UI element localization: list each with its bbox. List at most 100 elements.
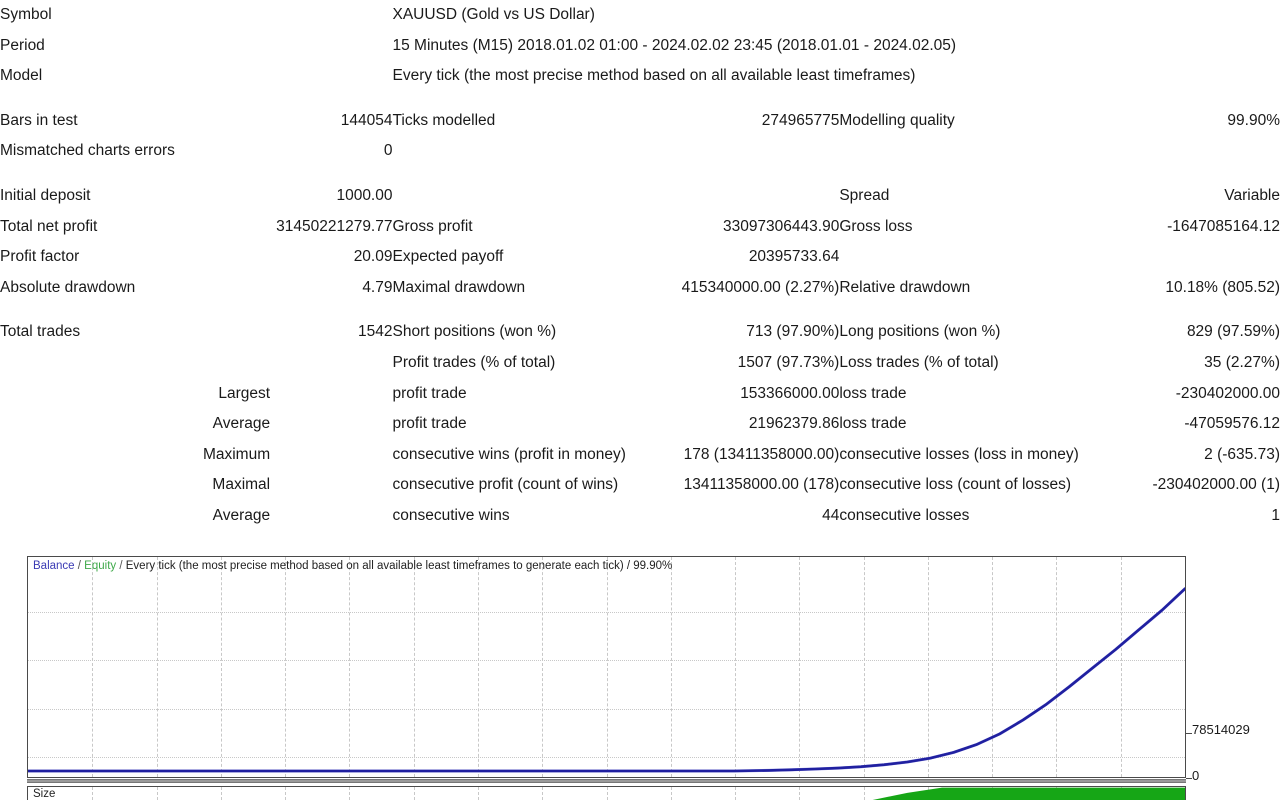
maximum-label: Maximum xyxy=(202,445,271,463)
profit-trades-label: Profit trades (% of total) xyxy=(392,353,556,371)
short-positions-value: 713 (97.90%) xyxy=(746,323,840,341)
largest-label: Largest xyxy=(218,384,271,402)
expected-payoff-value: 20395733.64 xyxy=(748,248,840,266)
table-row-largest: Largest profit trade 153366000.00 loss t… xyxy=(0,379,1280,410)
symbol-value: XAUUSD (Gold vs US Dollar) xyxy=(392,6,595,23)
mismatched-value: 0 xyxy=(383,142,393,160)
absolute-drawdown-value: 4.79 xyxy=(362,278,393,296)
table-row-profit-trades: Profit trades (% of total) 1507 (97.73%)… xyxy=(0,348,1280,379)
gross-loss-value: -1647085164.12 xyxy=(1167,217,1280,235)
axis-label-top: 78514029 xyxy=(1192,722,1250,737)
avg-consecutive-wins-label: consecutive wins xyxy=(392,506,510,524)
total-net-profit-value: 31450221279.77 xyxy=(276,217,393,235)
long-positions-label: Long positions (won %) xyxy=(839,323,1001,341)
bars-in-test-value: 144054 xyxy=(340,111,393,129)
maximal-consecutive-profit-label: consecutive profit (count of wins) xyxy=(392,476,619,494)
mismatched-label: Mismatched charts errors xyxy=(0,142,175,160)
equity-chart[interactable]: Balance / Equity / Every tick (the most … xyxy=(27,556,1186,778)
table-row-model: Model Every tick (the most precise metho… xyxy=(0,61,1280,92)
table-row-profit-factor: Profit factor 20.09 Expected payoff 2039… xyxy=(0,242,1280,273)
model-spacer xyxy=(276,61,392,92)
size-label: Size xyxy=(33,788,56,800)
avg-consecutive-wins-value: 44 xyxy=(822,506,840,524)
max-consecutive-wins-label: consecutive wins (profit in money) xyxy=(392,445,626,463)
strategy-tester-report: Symbol XAUUSD (Gold vs US Dollar) Period… xyxy=(0,0,1280,800)
maximal-label: Maximal xyxy=(212,476,271,494)
report-table: Symbol XAUUSD (Gold vs US Dollar) Period… xyxy=(0,0,1280,532)
table-row-maximum: Maximum consecutive wins (profit in mone… xyxy=(0,440,1280,471)
legend-equity: Equity xyxy=(84,560,117,572)
spread-value: Variable xyxy=(1224,186,1280,204)
total-trades-label: Total trades xyxy=(0,323,81,341)
axis-label-bottom: 0 xyxy=(1192,768,1200,783)
panel-separator xyxy=(27,779,1186,783)
spread-label: Spread xyxy=(839,186,890,204)
maximal-consecutive-profit-value: 13411358000.00 (178) xyxy=(683,476,840,494)
average-loss-trade-label: loss trade xyxy=(839,415,907,433)
loss-trades-value: 35 (2.27%) xyxy=(1204,353,1280,371)
model-label: Model xyxy=(0,67,43,85)
expected-payoff-label: Expected payoff xyxy=(392,248,504,266)
symbol-spacer xyxy=(276,0,392,31)
balance-equity-curve xyxy=(28,587,1185,773)
modelling-quality-value: 99.90% xyxy=(1227,111,1280,129)
max-consecutive-wins-value: 178 (13411358000.00) xyxy=(683,445,840,463)
table-row-absolute-drawdown: Absolute drawdown 4.79 Maximal drawdown … xyxy=(0,273,1280,304)
max-consecutive-losses-value: 2 (-635.73) xyxy=(1204,445,1280,463)
ticks-modelled-value: 274965775 xyxy=(761,111,840,129)
ticks-modelled-label: Ticks modelled xyxy=(392,111,496,129)
bars-in-test-label: Bars in test xyxy=(0,111,78,129)
short-positions-label: Short positions (won %) xyxy=(392,323,557,341)
table-row-total-trades: Total trades 1542 Short positions (won %… xyxy=(0,317,1280,348)
table-row-mismatched: Mismatched charts errors 0 xyxy=(0,136,1280,167)
table-row-symbol: Symbol XAUUSD (Gold vs US Dollar) xyxy=(0,0,1280,31)
chart-legend: Balance / Equity / Every tick (the most … xyxy=(33,559,672,573)
period-value: 15 Minutes (M15) 2018.01.02 01:00 - 2024… xyxy=(392,36,957,54)
profit-factor-value: 20.09 xyxy=(353,248,393,266)
loss-trades-label: Loss trades (% of total) xyxy=(839,353,999,371)
profit-factor-label: Profit factor xyxy=(0,248,80,266)
gross-profit-value: 33097306443.90 xyxy=(722,217,840,235)
table-row-maximal: Maximal consecutive profit (count of win… xyxy=(0,470,1280,501)
total-net-profit-label: Total net profit xyxy=(0,217,98,235)
long-positions-value: 829 (97.59%) xyxy=(1186,323,1280,341)
gross-loss-label: Gross loss xyxy=(839,217,913,235)
row-spacer-3 xyxy=(0,303,1280,317)
legend-separator-2: / xyxy=(119,560,123,572)
table-row-total-net-profit: Total net profit 31450221279.77 Gross pr… xyxy=(0,212,1280,243)
average-profit-trade-label: profit trade xyxy=(392,415,467,433)
table-row-average-consecutive: Average consecutive wins 44 consecutive … xyxy=(0,501,1280,532)
maximal-drawdown-label: Maximal drawdown xyxy=(392,278,526,296)
largest-profit-trade-label: profit trade xyxy=(392,384,467,402)
period-spacer xyxy=(276,31,392,62)
row-spacer-1 xyxy=(0,92,1280,106)
relative-drawdown-value: 10.18% (805.52) xyxy=(1165,278,1280,296)
symbol-label: Symbol xyxy=(0,6,52,23)
largest-loss-trade-value: -230402000.00 xyxy=(1175,384,1280,402)
total-trades-value: 1542 xyxy=(358,323,393,341)
table-row-bars-in-test: Bars in test 144054 Ticks modelled 27496… xyxy=(0,106,1280,137)
table-row-average: Average profit trade 21962379.86 loss tr… xyxy=(0,409,1280,440)
legend-balance: Balance xyxy=(33,560,75,572)
absolute-drawdown-label: Absolute drawdown xyxy=(0,278,136,296)
average-label: Average xyxy=(212,415,271,433)
row-spacer-2 xyxy=(0,167,1280,181)
table-row-period: Period 15 Minutes (M15) 2018.01.02 01:00… xyxy=(0,31,1280,62)
avg-consecutive-losses-label: consecutive losses xyxy=(839,506,970,524)
avg-consecutive-losses-value: 1 xyxy=(1271,506,1280,524)
model-value: Every tick (the most precise method base… xyxy=(392,67,916,85)
table-row-initial-deposit: Initial deposit 1000.00 Spread Variable xyxy=(0,181,1280,212)
largest-profit-trade-value: 153366000.00 xyxy=(740,384,840,402)
max-consecutive-losses-label: consecutive losses (loss in money) xyxy=(839,445,1079,463)
gross-profit-label: Gross profit xyxy=(392,217,473,235)
size-panel[interactable]: Size xyxy=(27,786,1186,800)
maximal-drawdown-value: 415340000.00 (2.27%) xyxy=(681,278,840,296)
average2-label: Average xyxy=(212,506,271,524)
maximal-consecutive-loss-value: -230402000.00 (1) xyxy=(1152,476,1280,494)
average-loss-trade-value: -47059576.12 xyxy=(1184,415,1280,433)
maximal-consecutive-loss-label: consecutive loss (count of losses) xyxy=(839,476,1072,494)
legend-model-text: Every tick (the most precise method base… xyxy=(125,560,673,572)
legend-separator-1: / xyxy=(77,560,81,572)
initial-deposit-value: 1000.00 xyxy=(336,186,393,204)
relative-drawdown-label: Relative drawdown xyxy=(839,278,971,296)
